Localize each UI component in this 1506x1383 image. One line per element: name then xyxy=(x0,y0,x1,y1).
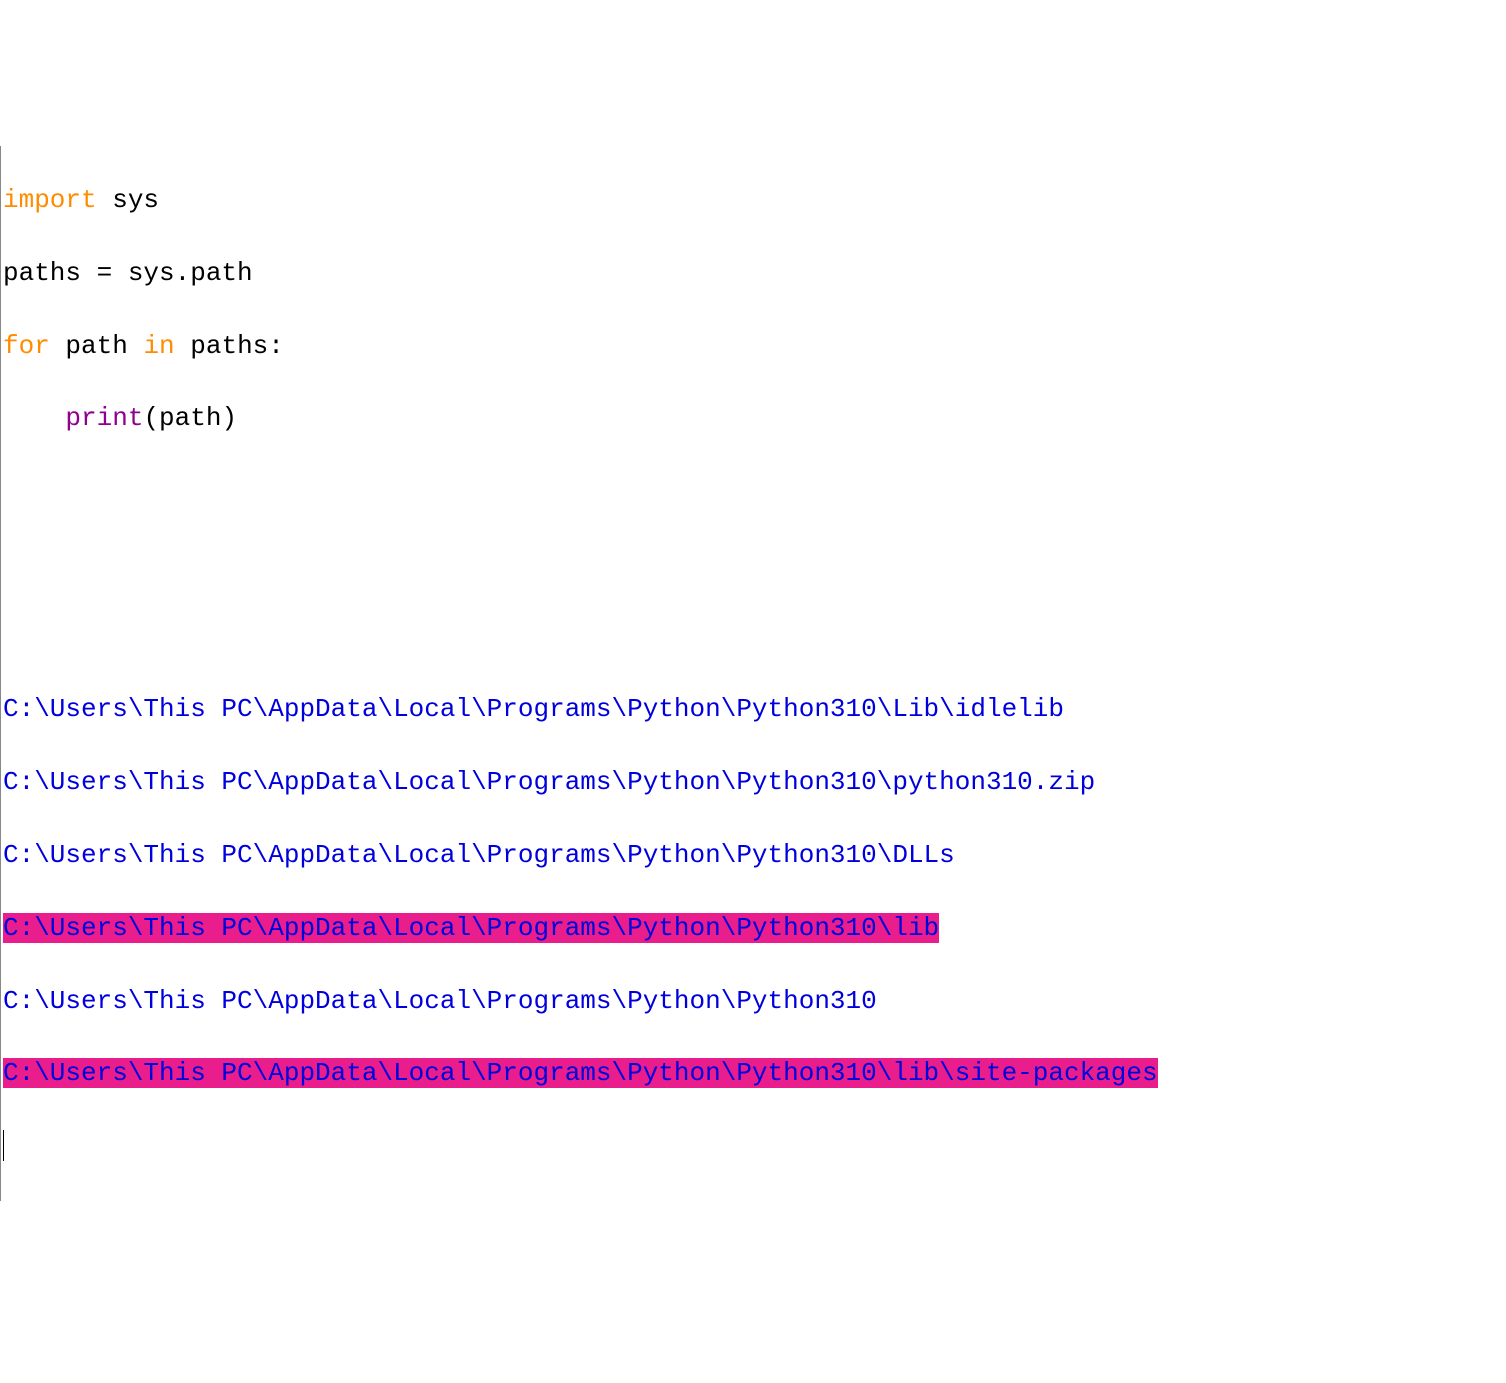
output-line-5[interactable]: C:\Users\This PC\AppData\Local\Programs\… xyxy=(3,983,1506,1019)
output-line-1[interactable]: C:\Users\This PC\AppData\Local\Programs\… xyxy=(3,691,1506,727)
blank-line[interactable] xyxy=(3,473,1506,509)
output-line-2[interactable]: C:\Users\This PC\AppData\Local\Programs\… xyxy=(3,764,1506,800)
code-line-3[interactable]: for path in paths: xyxy=(3,328,1506,364)
text-cursor xyxy=(3,1130,4,1161)
keyword-in: in xyxy=(143,331,174,361)
code-line-4[interactable]: print(path) xyxy=(3,400,1506,436)
code-text: (path) xyxy=(143,403,237,433)
code-text: paths: xyxy=(175,331,284,361)
code-line-1[interactable]: import sys xyxy=(3,182,1506,218)
code-text: sys xyxy=(97,185,159,215)
blank-line[interactable] xyxy=(3,546,1506,582)
cursor-line[interactable] xyxy=(3,1128,1506,1164)
output-line-6[interactable]: C:\Users\This PC\AppData\Local\Programs\… xyxy=(3,1055,1506,1091)
highlighted-output: C:\Users\This PC\AppData\Local\Programs\… xyxy=(3,1058,1158,1088)
highlighted-output: C:\Users\This PC\AppData\Local\Programs\… xyxy=(3,913,939,943)
keyword-import: import xyxy=(3,185,97,215)
blank-line[interactable] xyxy=(3,619,1506,655)
code-editor[interactable]: import sys paths = sys.path for path in … xyxy=(0,146,1506,1201)
keyword-for: for xyxy=(3,331,50,361)
output-line-3[interactable]: C:\Users\This PC\AppData\Local\Programs\… xyxy=(3,837,1506,873)
code-line-2[interactable]: paths = sys.path xyxy=(3,255,1506,291)
code-indent xyxy=(3,403,65,433)
output-line-4[interactable]: C:\Users\This PC\AppData\Local\Programs\… xyxy=(3,910,1506,946)
builtin-print: print xyxy=(65,403,143,433)
code-text: path xyxy=(50,331,144,361)
